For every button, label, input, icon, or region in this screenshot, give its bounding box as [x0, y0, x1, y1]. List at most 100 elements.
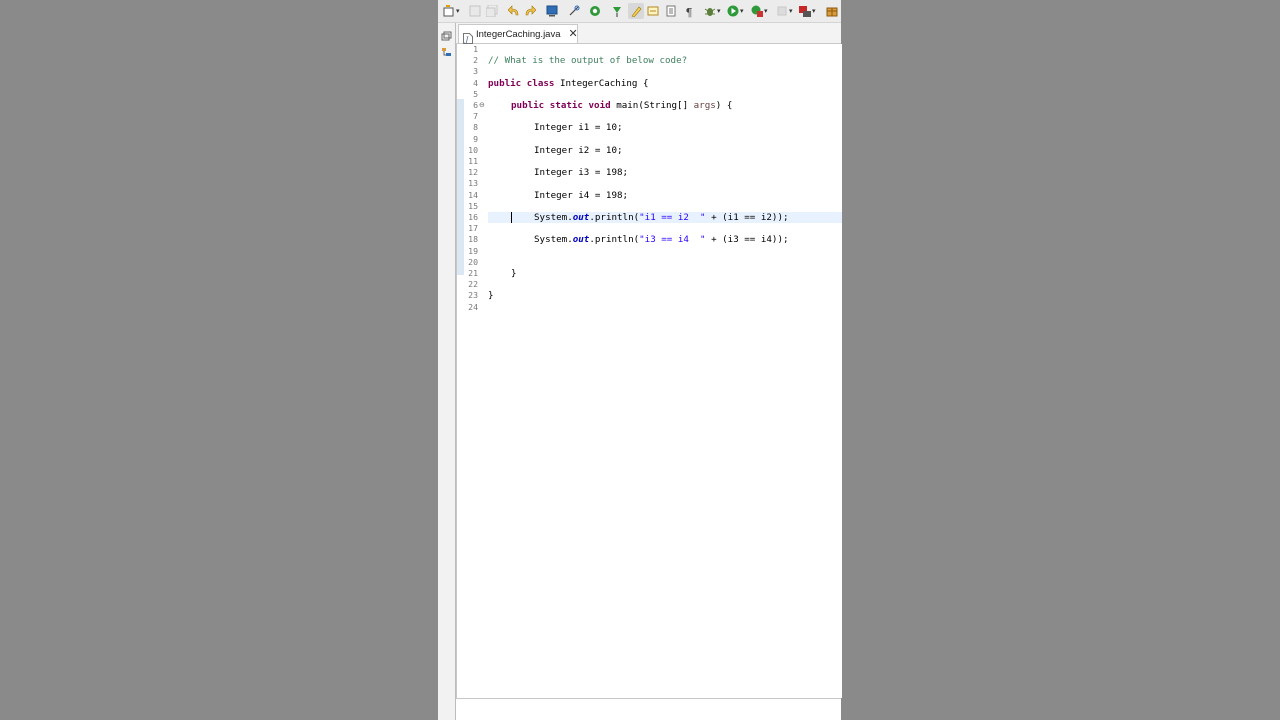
redo-button[interactable]	[524, 3, 537, 19]
highlight-button[interactable]	[628, 3, 644, 19]
redo-icon	[524, 5, 537, 17]
code-line: 1	[457, 44, 842, 55]
highlight-icon	[630, 5, 642, 18]
editor-tab-bar: J IntegerCaching.java ✕	[456, 23, 841, 44]
coverage-button[interactable]	[751, 3, 768, 19]
terminal-button[interactable]	[546, 3, 558, 19]
ide-window: ¶ J IntegerC	[438, 0, 842, 720]
line-number: 3	[473, 66, 478, 77]
keyword: class	[526, 77, 555, 89]
line-number: 16	[468, 212, 478, 222]
keyword: public	[511, 100, 545, 111]
code-line: 8 Integer i1 = 10;	[457, 122, 842, 133]
tab-integercaching-java[interactable]: J IntegerCaching.java ✕	[458, 24, 578, 44]
new-wizard-button[interactable]	[443, 3, 460, 19]
restore-icon[interactable]	[441, 31, 452, 42]
external-tools-button[interactable]	[799, 3, 816, 19]
stop-button[interactable]	[776, 3, 793, 19]
save-all-button[interactable]	[485, 3, 498, 19]
line-number: 23	[468, 290, 478, 301]
code-token: + (i3 == i4));	[705, 234, 789, 246]
keyword: void	[588, 100, 611, 111]
undo-button[interactable]	[507, 3, 520, 19]
fold-collapse-icon[interactable]: ⊖	[479, 100, 485, 111]
save-button[interactable]	[469, 3, 481, 19]
toggle-button[interactable]	[647, 3, 659, 19]
code-line: 23 }	[457, 290, 842, 301]
statement: Integer i1 = 10;	[534, 122, 623, 134]
save-all-icon	[485, 4, 498, 18]
code-line: 10 Integer i2 = 10;	[457, 145, 842, 156]
code-line: 20	[457, 257, 842, 268]
block-select-button[interactable]	[665, 3, 677, 19]
tab-label: IntegerCaching.java	[476, 28, 561, 40]
class-declaration: public class IntegerCaching {	[488, 78, 648, 89]
run-button[interactable]	[727, 3, 744, 19]
line-number: 21	[468, 268, 478, 278]
code-token: .println(	[589, 212, 640, 223]
line-number: 18	[468, 234, 478, 245]
keyword: public	[488, 77, 522, 89]
method-signature: main(String[]	[616, 100, 694, 111]
static-field: out	[572, 212, 590, 223]
code-line: 16 System.out.println("i1 == i2 " + (i1 …	[457, 212, 842, 223]
string-literal: "i3 == i4 "	[639, 234, 706, 246]
line-number: 4	[473, 77, 478, 88]
line-number: 15	[468, 200, 478, 211]
code-line: 21 }	[457, 268, 842, 279]
line-number: 14	[468, 189, 478, 200]
statement: System.out.println("i3 == i4 " + (i3 == …	[534, 234, 789, 245]
line-number: 22	[468, 279, 478, 290]
code-line: 9	[457, 134, 842, 145]
package-button[interactable]	[826, 3, 838, 19]
code-comment: // What is the output of below code?	[488, 55, 688, 67]
code-token: System.	[534, 212, 573, 223]
debug-icon	[704, 5, 716, 17]
toggle-icon	[647, 5, 659, 17]
line-number: 10	[468, 144, 478, 155]
package-icon	[826, 5, 838, 17]
code-line: 2 // What is the output of below code?	[457, 55, 842, 66]
line-number: 8	[473, 122, 478, 133]
line-number: 19	[468, 245, 478, 256]
line-number: 1	[473, 44, 478, 54]
line-number: 13	[468, 178, 478, 189]
line-number: 6	[473, 100, 478, 110]
closing-brace: }	[511, 268, 517, 279]
static-field: out	[572, 234, 590, 246]
code-line: 5	[457, 89, 842, 100]
debug-button[interactable]	[704, 3, 721, 19]
code-token: System.	[534, 234, 573, 246]
line-number: 5	[473, 88, 478, 99]
line-number: 20	[468, 256, 478, 267]
line-number: 7	[473, 111, 478, 122]
show-whitespace-button[interactable]: ¶	[683, 3, 695, 19]
line-number: 24	[468, 301, 478, 312]
line-number: 12	[468, 167, 478, 178]
method-declaration: public static void main(String[] args) {	[511, 100, 732, 111]
code-line: 11	[457, 156, 842, 167]
pin-icon	[611, 5, 623, 17]
close-icon[interactable]: ✕	[569, 28, 578, 39]
code-line: 3	[457, 66, 842, 77]
link-icon	[568, 5, 580, 17]
code-editor[interactable]: 1 2 // What is the output of below code?…	[456, 44, 842, 698]
target-button[interactable]	[589, 3, 601, 19]
code-line: 6 ⊖ public static void main(String[] arg…	[457, 100, 842, 111]
undo-icon	[507, 5, 520, 17]
run-icon	[727, 5, 739, 17]
java-file-icon: J	[463, 29, 473, 44]
method-signature-tail: ) {	[715, 100, 733, 111]
keyword: static	[549, 100, 583, 111]
line-number: 2	[473, 55, 478, 66]
code-line: 7	[457, 111, 842, 122]
code-line: 22	[457, 279, 842, 290]
code-line: 15	[457, 201, 842, 212]
hierarchy-icon[interactable]	[441, 47, 452, 58]
new-wizard-icon	[443, 5, 455, 17]
pin-button[interactable]	[611, 3, 623, 19]
link-button[interactable]	[568, 3, 580, 19]
string-literal: "i1 == i2 "	[639, 212, 706, 223]
statement: Integer i3 = 198;	[534, 167, 629, 179]
code-line: 4 public class IntegerCaching {	[457, 78, 842, 89]
